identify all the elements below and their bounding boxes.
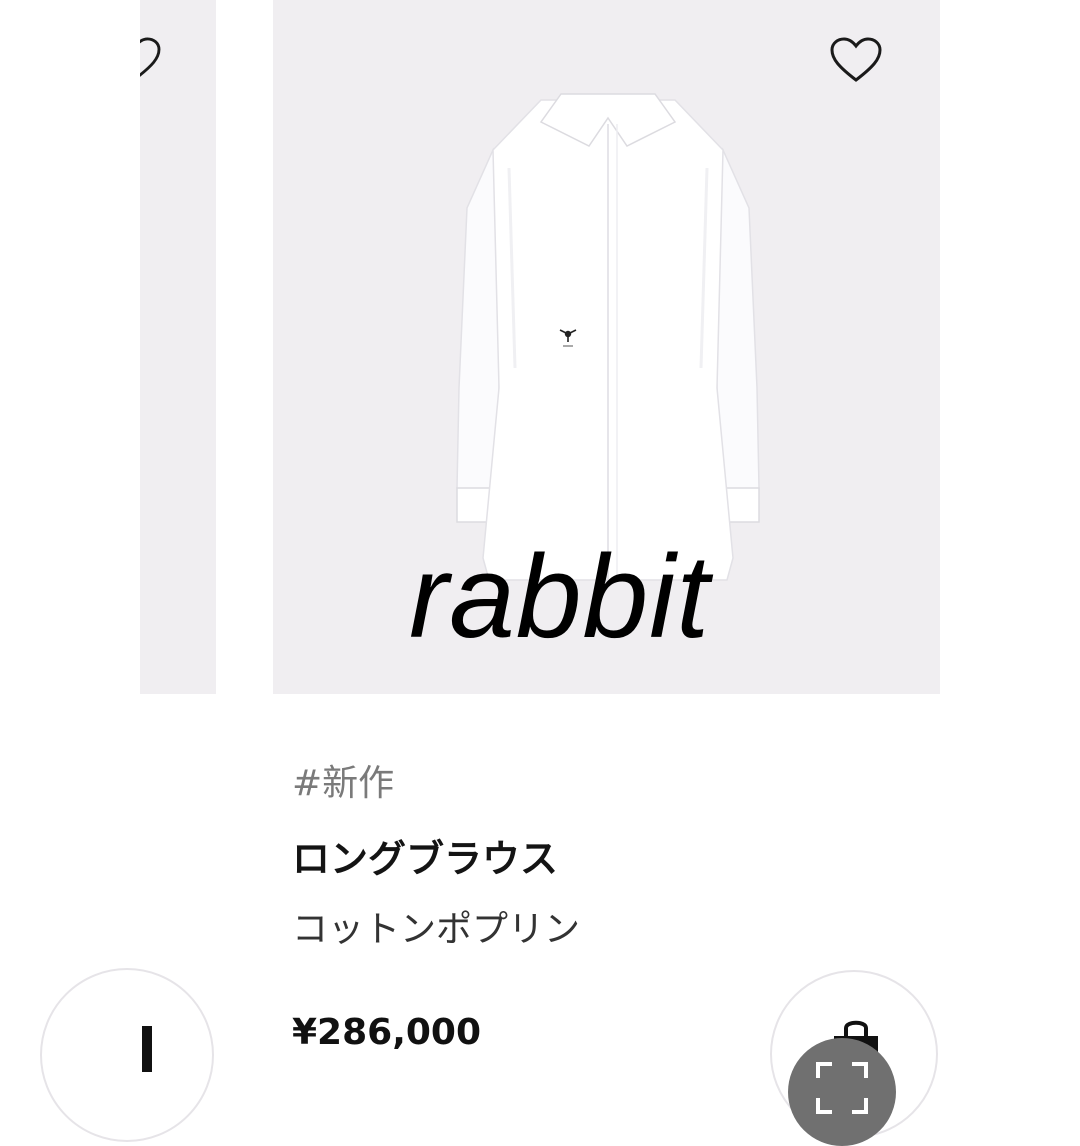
image-watermark: rabbit (409, 531, 711, 663)
product-image-shirt (456, 93, 760, 581)
product-image-card[interactable]: rabbit (273, 0, 940, 694)
scan-icon (816, 1062, 868, 1114)
product-price: ¥286,000 (292, 1012, 482, 1053)
heart-icon[interactable] (829, 36, 883, 84)
scan-button[interactable] (788, 1038, 896, 1146)
previous-product-action-button[interactable] (40, 968, 214, 1142)
heart-icon[interactable] (140, 36, 162, 82)
product-subtitle: コットンポプリン (292, 909, 581, 950)
bag-icon-fragment (142, 1026, 152, 1072)
product-name: ロングブラウス (292, 837, 559, 881)
previous-product-card[interactable] (140, 0, 216, 694)
product-tag[interactable]: #新作 (292, 754, 394, 806)
